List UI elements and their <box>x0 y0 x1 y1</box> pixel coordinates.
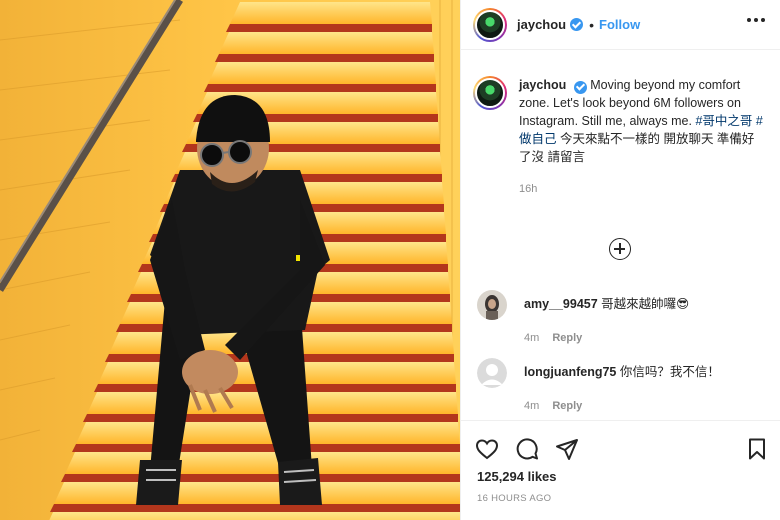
stair-step <box>54 482 460 504</box>
post-photo[interactable] <box>0 0 460 520</box>
caption-text: jaychou Moving beyond my comfort zone. L… <box>519 76 764 198</box>
caption-time: 16h <box>519 183 538 195</box>
caption-author-avatar[interactable] <box>473 76 507 110</box>
stair-step <box>65 452 460 474</box>
commenter-avatar[interactable] <box>477 290 507 320</box>
separator-dot: • <box>589 16 595 33</box>
bookmark-icon[interactable] <box>745 437 769 461</box>
stair-edge <box>226 24 432 32</box>
post-header: jaychou • Follow <box>461 0 780 50</box>
commenter-username[interactable]: amy__99457 <box>524 297 598 311</box>
stair-step <box>219 32 434 54</box>
verified-badge-icon <box>570 18 584 31</box>
heart-icon[interactable] <box>475 437 499 461</box>
author-avatar[interactable] <box>473 7 507 42</box>
post-side-panel: jaychou • Follow jaychou Moving beyond m… <box>460 0 780 520</box>
comment-icon[interactable] <box>515 437 539 461</box>
stair-edge <box>50 504 460 512</box>
comment-text: 你信吗？我不信！ <box>619 365 720 379</box>
posted-time: 16 HOURS AGO <box>477 493 552 504</box>
stair-edge <box>72 444 460 452</box>
stair-step <box>49 512 460 520</box>
comment-text: 哥越來越帥囉😎 <box>601 297 690 311</box>
post-photo-image <box>0 0 460 520</box>
stair-edge <box>204 84 436 92</box>
post-actions: 125,294 likes 16 HOURS AGO <box>461 420 780 520</box>
load-more-icon[interactable] <box>609 238 631 260</box>
commenter-avatar[interactable] <box>477 358 507 388</box>
reply-button[interactable]: Reply <box>552 400 582 412</box>
caption-username[interactable]: jaychou <box>519 78 566 92</box>
reply-button[interactable]: Reply <box>552 332 582 344</box>
verified-badge-icon <box>573 80 587 94</box>
stair-edge <box>215 54 434 62</box>
more-options-icon[interactable] <box>747 18 765 22</box>
comment-time: 4m <box>524 400 540 412</box>
comment-meta: 4m Reply <box>524 332 774 344</box>
hashtag-link[interactable]: #哥中之哥 <box>695 114 752 128</box>
stair-edge <box>61 474 460 482</box>
comment-time: 4m <box>524 332 540 344</box>
author-username[interactable]: jaychou <box>517 17 566 32</box>
commenter-username[interactable]: longjuanfeng75 <box>524 365 616 379</box>
likes-count[interactable]: 125,294 likes <box>477 469 557 484</box>
stair-step <box>208 62 436 84</box>
comment-meta: 4m Reply <box>524 400 774 412</box>
share-icon[interactable] <box>555 437 579 461</box>
follow-button[interactable]: Follow <box>599 17 640 32</box>
stair-step <box>230 2 432 24</box>
post-caption: jaychou Moving beyond my comfort zone. L… <box>473 76 773 198</box>
